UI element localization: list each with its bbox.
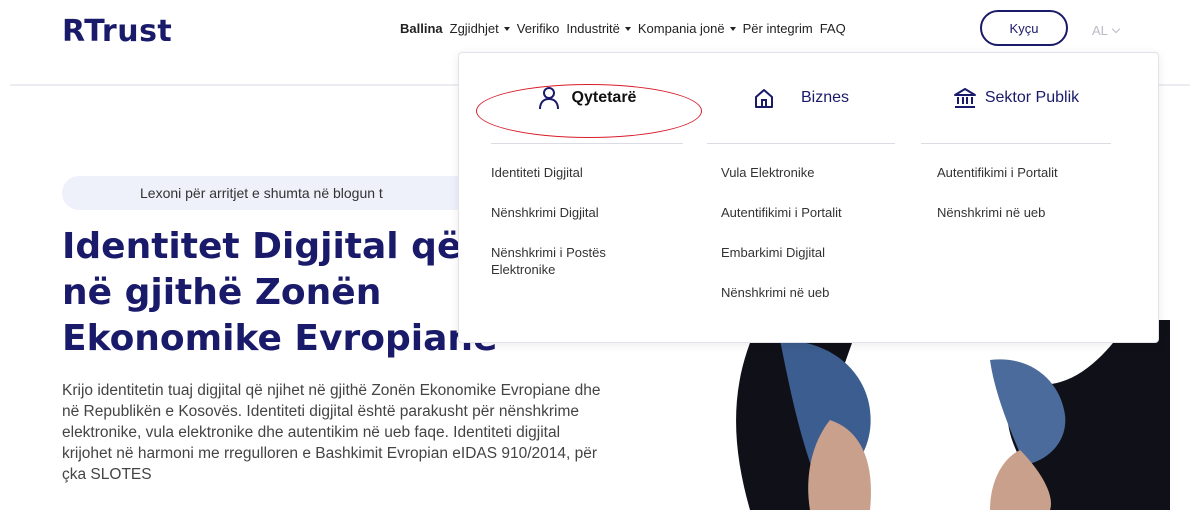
nav-industrite[interactable]: Industritë — [566, 21, 631, 36]
main-nav: Ballina Zgjidhjet Verifiko Industritë Ko… — [400, 21, 846, 36]
category-sektor-publik[interactable]: Sektor Publik — [917, 53, 1115, 143]
menu-item[interactable]: Nënshkrimi në ueb — [721, 284, 899, 301]
nav-label: FAQ — [819, 21, 846, 36]
nav-zgjidhjet[interactable]: Zgjidhjet — [450, 21, 510, 36]
category-label: Qytetarë — [571, 89, 637, 106]
nav-verifiko[interactable]: Verifiko — [517, 21, 560, 36]
language-label: AL — [1092, 23, 1108, 38]
home-icon — [754, 89, 773, 108]
dropdown-column-public-sector: Sektor Publik Autentifikimi i Portalit N… — [917, 53, 1115, 244]
chevron-down-icon — [1111, 24, 1121, 33]
logo[interactable]: RTrust — [62, 14, 172, 49]
category-list: Autentifikimi i Portalit Nënshkrimi në u… — [917, 144, 1115, 221]
solutions-dropdown: Qytetarë Identiteti Digjital Nënshkrimi … — [458, 52, 1159, 343]
nav-label: Kompania jonë — [637, 21, 725, 36]
blog-banner[interactable]: Lexoni për arritjet e shumta në blogun t — [62, 176, 482, 210]
menu-item[interactable]: Nënshkrimi Digjital — [491, 204, 687, 221]
hero-description: Krijo identitetin tuaj digjital që njihe… — [62, 382, 601, 483]
nav-label: Zgjidhjet — [449, 21, 499, 36]
menu-item[interactable]: Nënshkrimi i Postës Elektronike — [491, 244, 651, 278]
nav-kompania[interactable]: Kompania jonë — [638, 21, 736, 36]
nav-faq[interactable]: FAQ — [820, 21, 846, 36]
category-label: Biznes — [800, 89, 850, 106]
dropdown-column-citizens: Qytetarë Identiteti Digjital Nënshkrimi … — [487, 53, 687, 301]
category-list: Vula Elektronike Autentifikimi i Portali… — [703, 144, 899, 301]
caret-down-icon — [729, 27, 736, 31]
menu-item[interactable]: Autentifikimi i Portalit — [937, 164, 1115, 181]
menu-item[interactable]: Embarkimi Digjital — [721, 244, 899, 261]
nav-ballina[interactable]: Ballina — [400, 21, 443, 36]
caret-down-icon — [624, 27, 631, 31]
nav-label: Ballina — [400, 21, 443, 36]
nav-label: Për integrim — [742, 21, 813, 36]
user-icon — [538, 87, 559, 110]
category-label: Sektor Publik — [984, 89, 1080, 106]
caret-down-icon — [503, 27, 510, 31]
hero-image — [690, 320, 1170, 510]
nav-per-integrim[interactable]: Për integrim — [743, 21, 813, 36]
dropdown-column-business: Biznes Vula Elektronike Autentifikimi i … — [703, 53, 899, 324]
blog-banner-text: Lexoni për arritjet e shumta në blogun t — [140, 185, 383, 201]
hero-illustration — [736, 320, 1170, 510]
nav-label: Industritë — [566, 21, 620, 36]
menu-item[interactable]: Identiteti Digjital — [491, 164, 687, 181]
menu-item[interactable]: Vula Elektronike — [721, 164, 899, 181]
login-button[interactable]: Kyçu — [980, 10, 1068, 46]
category-qytetare[interactable]: Qytetarë — [487, 53, 687, 143]
language-selector[interactable]: AL — [1092, 23, 1121, 38]
category-list: Identiteti Digjital Nënshkrimi Digjital … — [487, 144, 687, 278]
menu-item[interactable]: Nënshkrimi në ueb — [937, 204, 1115, 221]
category-biznes[interactable]: Biznes — [703, 53, 899, 143]
menu-item[interactable]: Autentifikimi i Portalit — [721, 204, 899, 221]
bank-icon — [953, 88, 976, 108]
nav-label: Verifiko — [516, 21, 560, 36]
